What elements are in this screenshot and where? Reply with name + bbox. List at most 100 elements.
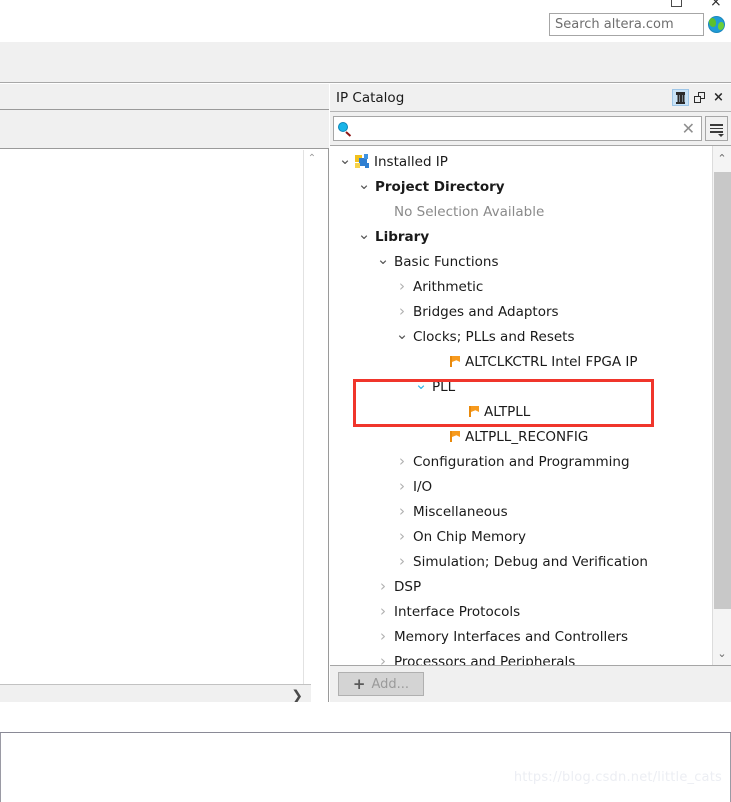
tree-item-label: Arithmetic [413,278,484,295]
chevron-down-icon[interactable]: ⌄ [414,376,428,392]
maximize-button[interactable] [671,0,684,8]
tree-item[interactable]: › Miscellaneous [330,499,712,524]
tree-item-label: ALTPLL [484,403,531,420]
chevron-up-icon[interactable]: ⌃ [304,150,320,166]
altera-search-input[interactable] [549,13,704,36]
tree-item[interactable]: › Arithmetic [330,274,712,299]
tree-list: ⌄ Installed IP ⌄ Project Directory No Select… [330,146,712,665]
tree-item[interactable]: ALTPLL_RECONFIG [330,424,712,449]
tree-item-label: Memory Interfaces and Controllers [394,628,629,645]
chevron-right-icon[interactable]: › [376,654,390,666]
tree-item[interactable]: No Selection Available [330,199,712,224]
panel-title: IP Catalog [336,89,405,106]
tree-item-label: On Chip Memory [413,528,526,545]
tree-item[interactable]: › Processors and Peripherals [330,649,712,666]
search-icon [338,121,352,136]
chevron-right-icon[interactable]: › [395,529,409,544]
tree-item-label: ALTPLL_RECONFIG [465,428,589,445]
search-input[interactable] [352,120,680,137]
chevron-down-icon[interactable]: ⌄ [357,226,371,242]
left-panel-header-top [0,84,329,110]
ip-catalog-tree: ⌄ Installed IP ⌄ Project Directory No Select… [330,145,731,666]
ip-catalog-search-row: ✕ [330,112,731,145]
add-button[interactable]: + Add... [338,672,424,696]
tree-item[interactable]: › On Chip Memory [330,524,712,549]
pin-button[interactable] [672,89,689,106]
restore-icon [694,92,705,103]
tree-item[interactable]: › Interface Protocols [330,599,712,624]
close-icon: × [710,0,722,10]
tree-item[interactable]: › DSP [330,574,712,599]
ip-catalog-titlebar: IP Catalog × [330,84,731,112]
chevron-right-icon[interactable]: › [376,579,390,594]
tree-item[interactable]: ⌄ Library [330,224,712,249]
chevron-right-icon[interactable]: › [376,604,390,619]
bottom-message-panel: https://blog.csdn.net/little_cats [0,733,731,802]
tree-item-label: DSP [394,578,422,595]
altera-search-area [549,13,725,36]
ip-core-icon [449,430,461,443]
installed-ip-icon [355,154,370,169]
chevron-right-icon[interactable]: › [395,304,409,319]
options-menu-icon[interactable] [705,116,728,141]
left-panel-column: ⌃ ⌄ ❯ [0,84,329,752]
globe-icon[interactable] [708,16,725,33]
ip-catalog-footer: + Add... [330,666,731,702]
tree-item[interactable]: › Simulation; Debug and Verification [330,549,712,574]
tree-item-label: Clocks; PLLs and Resets [413,328,575,345]
restore-button[interactable] [691,89,708,106]
tree-item-label: No Selection Available [394,203,545,220]
chevron-down-icon[interactable]: ⌄ [357,176,371,192]
tree-item[interactable]: › Memory Interfaces and Controllers [330,624,712,649]
chevron-right-icon[interactable]: › [395,504,409,519]
tree-item[interactable]: › I/O [330,474,712,499]
tree-item[interactable]: › Bridges and Adaptors [330,299,712,324]
tree-item-label: Library [375,228,430,245]
pin-icon [676,91,685,104]
chevron-down-icon[interactable]: ⌄ [338,151,352,167]
chevron-down-icon[interactable]: ⌄ [376,251,390,267]
tree-item[interactable]: ALTPLL [330,399,712,424]
tree-item-label: Project Directory [375,178,505,195]
window-top-band: × [0,0,731,42]
tree-item[interactable]: ⌄ Basic Functions [330,249,712,274]
chevron-down-icon[interactable]: ⌄ [713,644,731,662]
chevron-right-icon[interactable]: › [395,454,409,469]
tree-item-label: Interface Protocols [394,603,521,620]
ip-catalog-panel: IP Catalog × ✕ ⌄Installed IP⌄Project [330,84,731,702]
watermark-text: https://blog.csdn.net/little_cats [513,770,722,785]
search-box[interactable]: ✕ [333,116,702,141]
tree-item-label: Simulation; Debug and Verification [413,553,648,570]
menu-line [710,124,723,126]
tree-item[interactable]: › Configuration and Programming [330,449,712,474]
tree-item-label: ALTCLKCTRL Intel FPGA IP [465,353,638,370]
tree-item-label: Installed IP [374,153,448,170]
tree-item[interactable]: ⌄ Clocks; PLLs and Resets [330,324,712,349]
tree-item[interactable]: ⌄ Project Directory [330,174,712,199]
chevron-right-icon[interactable]: › [376,629,390,644]
tree-item[interactable]: ALTCLKCTRL Intel FPGA IP [330,349,712,374]
tree-vertical-scrollbar[interactable]: ⌃ ⌄ [712,146,731,665]
ip-core-icon [468,405,480,418]
left-panel-body [0,149,329,752]
close-panel-button[interactable]: × [710,89,727,106]
add-button-label: Add... [371,676,410,692]
left-panel-vertical-scrollbar[interactable]: ⌃ ⌄ [303,150,319,728]
chevron-right-icon[interactable]: › [395,479,409,494]
tree-item-label: PLL [432,378,456,395]
clear-search-icon[interactable]: ✕ [680,120,697,136]
tree-item-label: Basic Functions [394,253,499,270]
tree-item[interactable]: ⌄ PLL [330,374,712,399]
tree-item-label: Processors and Peripherals [394,653,576,666]
chevron-right-icon[interactable]: › [395,554,409,569]
scrollbar-thumb[interactable] [714,172,731,609]
chevron-right-icon[interactable]: › [395,279,409,294]
tree-item-label: Miscellaneous [413,503,508,520]
close-window-button[interactable]: × [710,0,723,10]
tree-item-label: I/O [413,478,433,495]
chevron-down-icon[interactable]: ⌄ [395,326,409,342]
left-panel-header-second [0,110,329,149]
chevron-up-icon[interactable]: ⌃ [713,149,731,167]
tree-item[interactable]: ⌄ Installed IP [330,149,712,174]
tree-item-label: Configuration and Programming [413,453,630,470]
